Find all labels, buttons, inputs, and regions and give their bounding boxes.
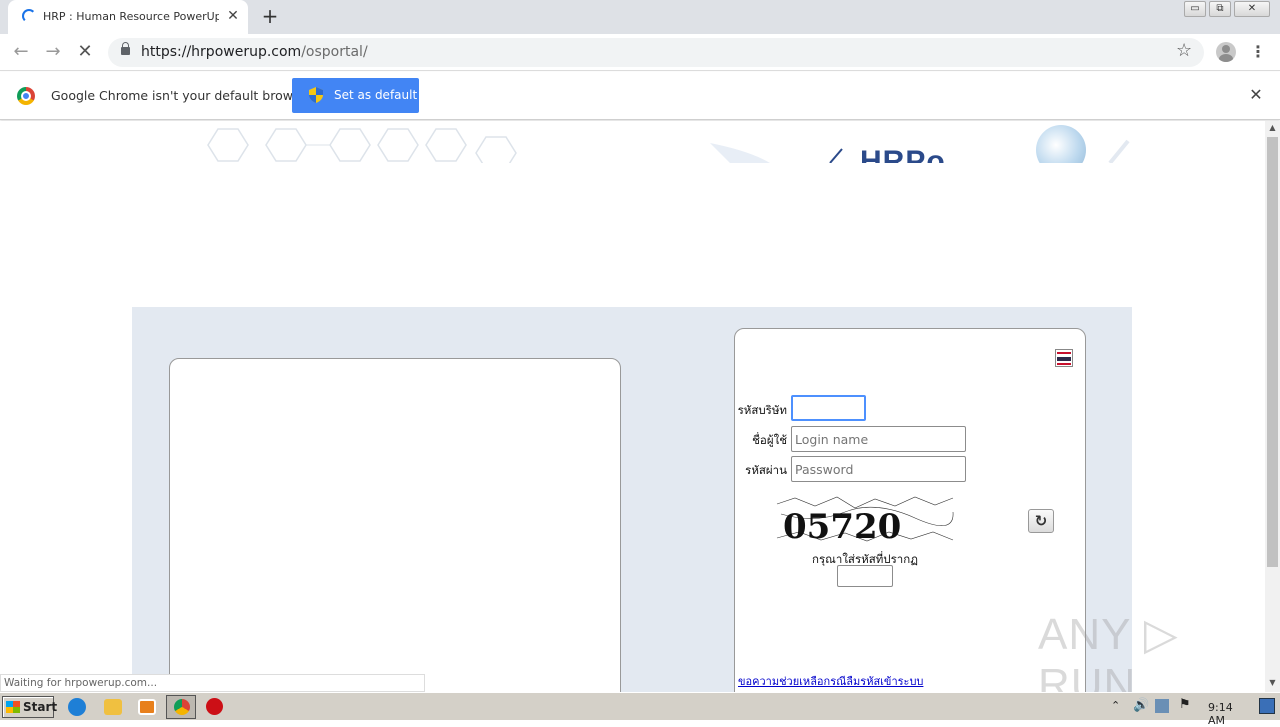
- anyrun-watermark: ANY ▷ RUN: [1038, 610, 1179, 692]
- main-panel: รหัสบริษัท ชื่อผู้ใช้ รหัสผ่าน 05720 ↻ ก…: [132, 307, 1132, 692]
- forgot-password-help-link[interactable]: ขอความช่วยเหลือกรณีลืมรหัสเข้าระบบ: [738, 672, 923, 690]
- hrp-logo: HRPo: [860, 145, 946, 163]
- windows-logo-icon: [6, 701, 20, 713]
- url-host: https://hrpowerup.com: [141, 44, 302, 60]
- default-browser-infobar: Google Chrome isn't your default browser…: [0, 72, 1280, 120]
- page-banner: HRPo: [200, 123, 1130, 163]
- uac-shield-icon: [309, 87, 323, 103]
- page-scrollbar[interactable]: ▲ ▼: [1265, 121, 1280, 692]
- file-explorer-icon[interactable]: [104, 699, 122, 715]
- login-box: รหัสบริษัท ชื่อผู้ใช้ รหัสผ่าน 05720 ↻ ก…: [734, 328, 1086, 692]
- volume-icon[interactable]: 🔊: [1133, 698, 1149, 713]
- scroll-thumb[interactable]: [1267, 137, 1278, 567]
- tray-expand-icon[interactable]: ⌃: [1111, 699, 1120, 712]
- tab-title: HRP : Human Resource PowerUp for: [43, 10, 219, 23]
- taskbar-chrome-button[interactable]: [166, 695, 196, 719]
- tab-close-icon[interactable]: ✕: [224, 7, 242, 25]
- lock-icon[interactable]: [121, 42, 130, 55]
- address-bar[interactable]: https://hrpowerup.com/osportal/ ☆: [108, 38, 1204, 67]
- back-button[interactable]: ←: [9, 40, 33, 64]
- media-player-icon[interactable]: [138, 699, 156, 715]
- tab-strip: HRP : Human Resource PowerUp for ✕ + ▭ ⧉…: [0, 0, 1280, 34]
- loading-spinner-icon: [22, 9, 36, 23]
- taskbar-clock[interactable]: 9:14 AM: [1208, 701, 1253, 727]
- scroll-up-arrow-icon[interactable]: ▲: [1265, 121, 1280, 135]
- opera-icon[interactable]: [206, 698, 223, 715]
- password-label: รหัสผ่าน: [745, 463, 787, 477]
- new-tab-button[interactable]: +: [258, 4, 282, 28]
- thai-flag-language-icon[interactable]: [1055, 349, 1073, 367]
- password-input[interactable]: [791, 456, 966, 482]
- chrome-logo-icon: [17, 87, 35, 105]
- forward-button[interactable]: →: [41, 40, 65, 64]
- windows-taskbar: Start ⌃ 🔊 ⚑ 9:14 AM: [0, 692, 1280, 727]
- infobar-message: Google Chrome isn't your default browser: [51, 88, 313, 103]
- stop-loading-button[interactable]: ✕: [73, 40, 97, 64]
- hexagon-pattern: [207, 128, 517, 163]
- chrome-icon: [174, 699, 190, 715]
- infobar-close-icon[interactable]: ✕: [1246, 85, 1266, 105]
- company-code-label: รหัสบริษัท: [737, 403, 787, 417]
- company-code-input[interactable]: [791, 395, 866, 421]
- tab-hrp[interactable]: HRP : Human Resource PowerUp for ✕: [8, 0, 248, 34]
- show-desktop-icon[interactable]: [1259, 698, 1275, 714]
- url-text[interactable]: https://hrpowerup.com/osportal/: [141, 44, 368, 60]
- captcha-image: 05720: [776, 496, 954, 544]
- url-path: /osportal/: [301, 44, 368, 60]
- start-label: Start: [23, 700, 58, 714]
- captcha-text: 05720: [783, 507, 901, 544]
- browser-toolbar: ← → ✕ https://hrpowerup.com/osportal/ ☆ …: [0, 34, 1280, 71]
- internet-explorer-icon[interactable]: [68, 698, 86, 716]
- profile-avatar-icon[interactable]: [1216, 42, 1236, 62]
- browser-menu-icon[interactable]: ⋮: [1250, 42, 1266, 62]
- bookmark-star-icon[interactable]: ☆: [1176, 40, 1192, 61]
- captcha-input[interactable]: [837, 565, 893, 587]
- announcement-box: [169, 358, 621, 692]
- captcha-refresh-button[interactable]: ↻: [1028, 509, 1054, 533]
- page-viewport: HRPo รหัสบริษัท ชื่อผู้ใช้ รหัสผ่าน: [0, 121, 1265, 692]
- scroll-down-arrow-icon[interactable]: ▼: [1265, 676, 1280, 690]
- network-icon[interactable]: [1155, 699, 1169, 713]
- window-minimize-button[interactable]: ▭: [1184, 1, 1206, 17]
- username-label: ชื่อผู้ใช้: [752, 433, 787, 447]
- login-name-input[interactable]: [791, 426, 966, 452]
- set-as-default-button[interactable]: Set as default: [292, 78, 419, 113]
- start-button[interactable]: Start: [2, 696, 58, 718]
- window-close-button[interactable]: ✕: [1234, 1, 1270, 17]
- window-restore-button[interactable]: ⧉: [1209, 1, 1231, 17]
- action-center-flag-icon[interactable]: ⚑: [1179, 697, 1191, 712]
- loading-status-bubble: Waiting for hrpowerup.com...: [0, 674, 425, 692]
- set-as-default-label: Set as default: [334, 88, 418, 102]
- system-tray: ⌃ 🔊 ⚑ 9:14 AM: [1103, 696, 1253, 727]
